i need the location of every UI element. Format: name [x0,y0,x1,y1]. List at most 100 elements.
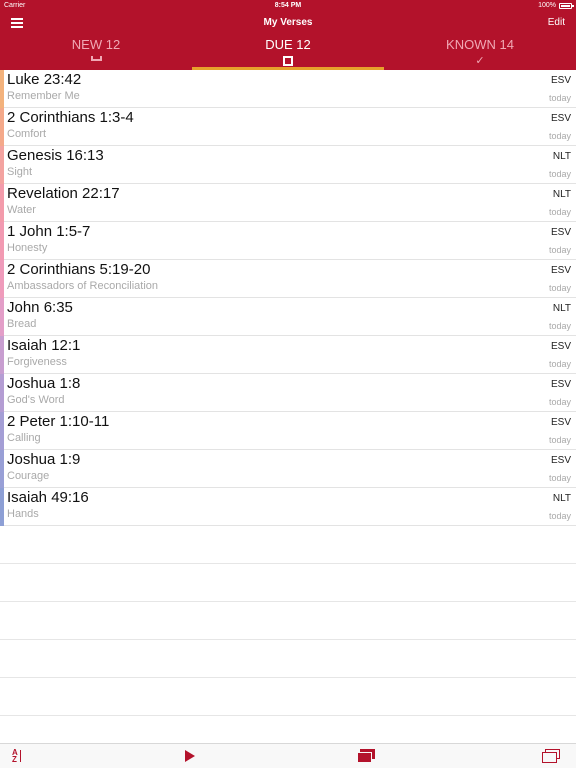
battery-indicator: 100% [538,2,574,9]
verse-color-strip [0,70,4,108]
empty-row [0,602,576,640]
tab-due-label: DUE 12 [265,37,311,52]
sort-az-icon[interactable]: A Z [12,748,21,764]
verse-color-strip [0,260,4,298]
verse-due-date: today [548,245,571,255]
verse-row[interactable]: Genesis 16:13 Sight NLT today [0,146,576,184]
verse-version: ESV [550,379,571,390]
verse-reference: Luke 23:42 [7,71,82,88]
verse-row[interactable]: 2 Corinthians 1:3-4 Comfort ESV today [0,108,576,146]
navigation-bar: My Verses Edit [0,12,576,34]
verse-topic: Sight [7,166,33,178]
tray-icon [90,56,102,61]
tab-new[interactable]: NEW 12 [0,34,192,70]
play-icon[interactable] [185,750,195,762]
verse-reference: Joshua 1:9 [7,451,81,468]
verse-reference: Revelation 22:17 [7,185,120,202]
verse-topic: Comfort [7,128,47,140]
status-time: 8:54 PM [274,2,302,9]
verse-topic: Calling [7,432,41,444]
verse-color-strip [0,298,4,336]
verse-topic: God's Word [7,394,65,406]
empty-list-area [0,526,576,716]
verse-due-date: today [548,435,571,445]
verse-due-date: today [548,473,571,483]
verse-row[interactable]: Revelation 22:17 Water NLT today [0,184,576,222]
verse-topic: Courage [7,470,50,482]
verse-reference: Isaiah 12:1 [7,337,81,354]
hamburger-menu-icon[interactable] [11,18,23,28]
verse-reference: Genesis 16:13 [7,147,104,164]
verse-color-strip [0,336,4,374]
verse-topic: Ambassadors of Reconciliation [7,280,159,292]
verse-version: NLT [552,151,571,162]
segment-tabs: NEW 12 DUE 12 KNOWN 14 ✓ [0,34,576,70]
status-bar: Carrier 8:54 PM 100% [0,0,576,12]
verse-color-strip [0,488,4,526]
verse-due-date: today [548,511,571,521]
verse-color-strip [0,374,4,412]
verse-due-date: today [548,131,571,141]
tab-due[interactable]: DUE 12 [192,34,384,70]
verse-color-strip [0,108,4,146]
verse-topic: Forgiveness [7,356,67,368]
verse-topic: Honesty [7,242,48,254]
verse-version: NLT [552,493,571,504]
verse-reference: Isaiah 49:16 [7,489,89,506]
verse-due-date: today [548,169,571,179]
verse-due-date: today [548,359,571,369]
verse-topic: Water [7,204,36,216]
square-icon [283,56,293,66]
tab-known-label: KNOWN 14 [446,37,514,52]
verse-row[interactable]: Isaiah 49:16 Hands NLT today [0,488,576,526]
verse-row[interactable]: 2 Corinthians 5:19-20 Ambassadors of Reco… [0,260,576,298]
empty-row [0,564,576,602]
verse-topic: Remember Me [7,90,80,102]
sort-label: A Z [12,748,18,764]
verse-version: ESV [550,265,571,276]
verse-list: Luke 23:42 Remember Me ESV today 2 Corinthia… [0,70,576,526]
verse-version: NLT [552,189,571,200]
verse-version: ESV [550,75,571,86]
verse-topic: Hands [7,508,39,520]
verse-version: ESV [550,417,571,428]
verse-reference: 1 John 1:5-7 [7,223,91,240]
verse-reference: John 6:35 [7,299,73,316]
verse-row[interactable]: Joshua 1:8 God's Word ESV today [0,374,576,412]
verse-due-date: today [548,397,571,407]
verse-reference: 2 Corinthians 1:3-4 [7,109,134,126]
verse-version: NLT [552,303,571,314]
battery-icon [559,2,574,9]
verse-row[interactable]: Joshua 1:9 Courage ESV today [0,450,576,488]
verse-row[interactable]: Isaiah 12:1 Forgiveness ESV today [0,336,576,374]
verse-row[interactable]: Luke 23:42 Remember Me ESV today [0,70,576,108]
cards-icon[interactable] [357,749,375,763]
verse-due-date: today [548,321,571,331]
bottom-toolbar: A Z [0,743,576,768]
verse-version: ESV [550,227,571,238]
empty-row [0,678,576,716]
tab-known[interactable]: KNOWN 14 ✓ [384,34,576,70]
empty-row [0,526,576,564]
verse-color-strip [0,184,4,222]
verse-due-date: today [548,93,571,103]
stack-icon[interactable] [542,749,560,763]
verse-color-strip [0,146,4,184]
verse-version: ESV [550,113,571,124]
verse-version: ESV [550,341,571,352]
verse-reference: 2 Peter 1:10-11 [7,413,110,430]
verse-due-date: today [548,283,571,293]
verse-topic: Bread [7,318,37,330]
verse-row[interactable]: 1 John 1:5-7 Honesty ESV today [0,222,576,260]
verse-reference: 2 Corinthians 5:19-20 [7,261,151,278]
verse-color-strip [0,450,4,488]
verse-color-strip [0,222,4,260]
battery-percent: 100% [538,2,556,9]
verse-row[interactable]: John 6:35 Bread NLT today [0,298,576,336]
page-title: My Verses [263,17,313,28]
empty-row [0,640,576,678]
verse-due-date: today [548,207,571,217]
tab-new-label: NEW 12 [71,37,121,52]
verse-row[interactable]: 2 Peter 1:10-11 Calling ESV today [0,412,576,450]
edit-button[interactable]: Edit [548,17,565,28]
